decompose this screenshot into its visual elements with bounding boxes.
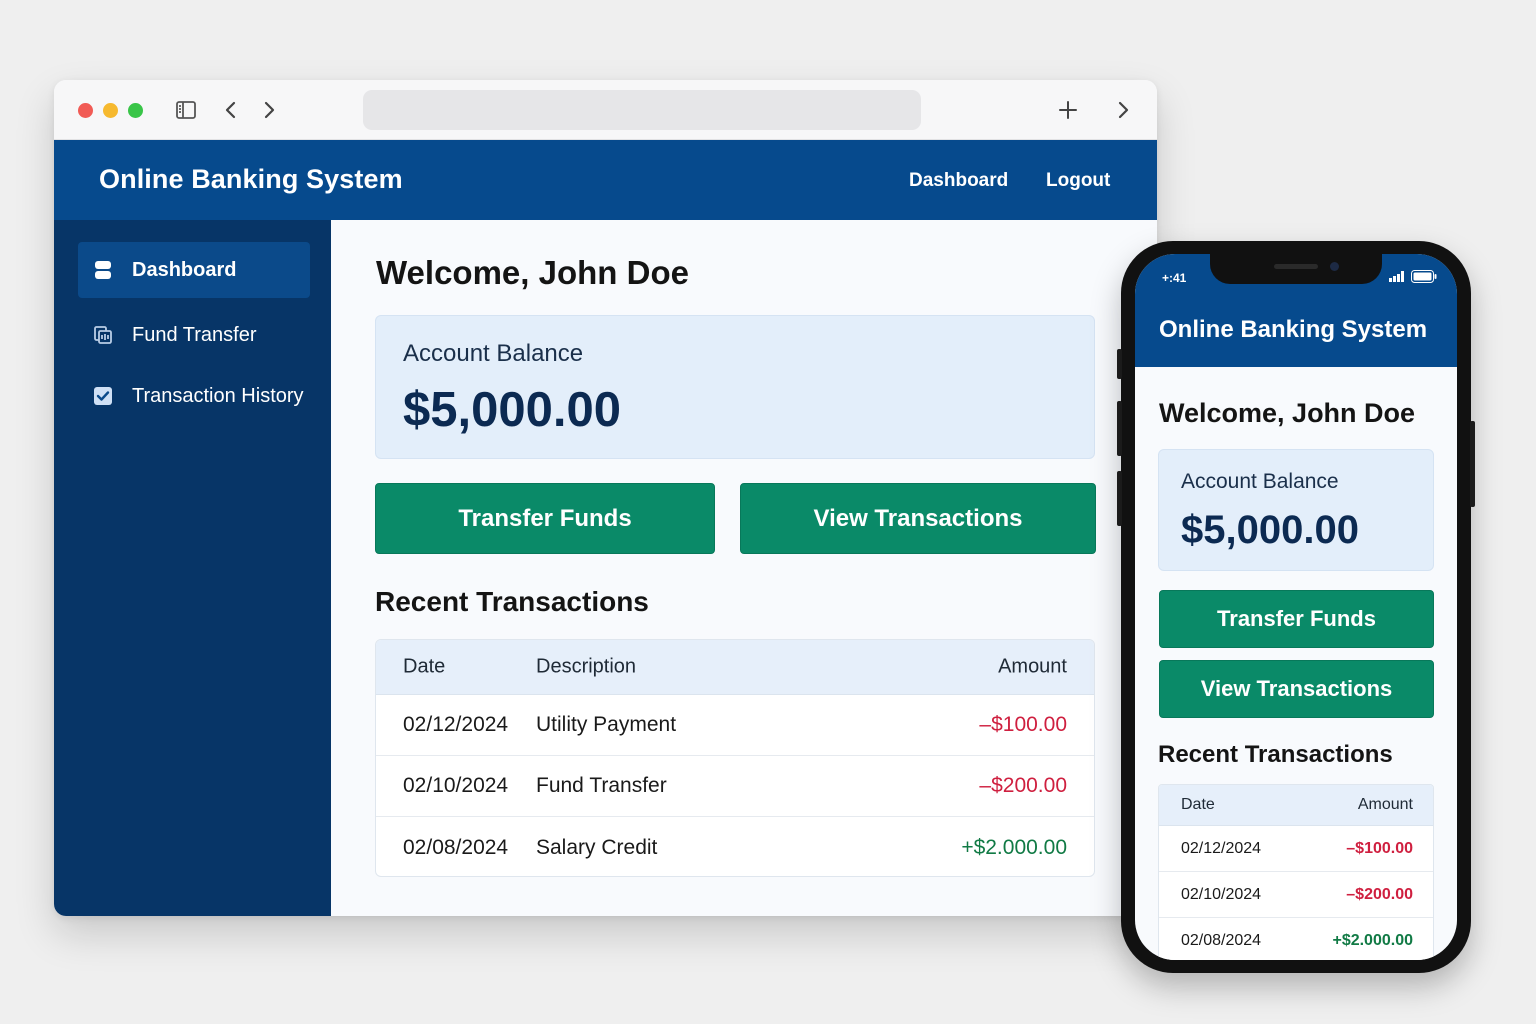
phone-volume-down-button [1117, 471, 1122, 526]
table-header: Date Description Amount [376, 640, 1094, 695]
front-camera [1330, 262, 1339, 271]
mobile-column-header-date: Date [1181, 796, 1215, 813]
welcome-heading: Welcome, John Doe [376, 254, 689, 291]
row-amount: +$2.000.00 [961, 835, 1067, 859]
main-content: Welcome, John Doe Account Balance $5,000… [331, 220, 1157, 916]
mobile-transfer-funds-button[interactable]: Transfer Funds [1159, 590, 1434, 648]
recent-transactions-title: Recent Transactions [375, 586, 649, 617]
column-header-amount: Amount [998, 655, 1067, 678]
row-amount: –$200.00 [979, 774, 1067, 797]
phone-power-button [1470, 421, 1475, 507]
mobile-app-title: Online Banking System [1159, 316, 1428, 343]
row-date: 02/12/2024 [403, 713, 509, 736]
row-amount: –$100.00 [979, 713, 1067, 736]
row-date: 02/10/2024 [1181, 885, 1262, 903]
speaker-grille [1274, 264, 1318, 269]
transfer-icon [92, 324, 114, 346]
sidebar-toggle-icon[interactable] [174, 98, 198, 122]
status-bar-time: +:41 [1162, 271, 1187, 285]
checkbox-icon [92, 385, 114, 407]
row-amount: –$100.00 [1346, 839, 1413, 857]
table-row[interactable]: 02/08/2024 Salary Credit +$2.000.00 [376, 817, 1094, 876]
row-date: 02/08/2024 [403, 835, 509, 859]
transfer-funds-button[interactable]: Transfer Funds [375, 483, 715, 554]
new-tab-plus-icon[interactable] [1056, 98, 1080, 122]
header-dashboard-link[interactable]: Dashboard [909, 170, 1008, 192]
sidebar-item-label: Transaction History [132, 384, 304, 407]
minimize-window-button[interactable] [103, 103, 118, 118]
mobile-balance-label: Account Balance [1181, 470, 1339, 493]
phone-mute-switch [1117, 349, 1122, 379]
sidebar-item-label: Fund Transfer [132, 323, 257, 346]
sidebar: Dashboard Fund Transfer Transaction Hist… [54, 220, 331, 916]
mobile-view-transactions-button[interactable]: View Transactions [1159, 660, 1434, 718]
app-header: Online Banking System Dashboard Logout [54, 140, 1157, 220]
browser-toolbar [54, 80, 1157, 140]
table-row[interactable]: 02/10/2024 Fund Transfer –$200.00 [376, 756, 1094, 817]
row-date: 02/08/2024 [1181, 931, 1262, 949]
battery-icon [1411, 270, 1437, 283]
row-date: 02/12/2024 [1181, 839, 1262, 857]
dashboard-icon [92, 259, 114, 281]
row-amount: +$2.000.00 [1332, 931, 1413, 949]
phone-device: +:41 Online Banking System Welcome, John… [1117, 241, 1475, 973]
column-header-date: Date [403, 655, 446, 678]
signal-icon [1389, 271, 1405, 282]
row-description: Salary Credit [536, 835, 658, 859]
row-date: 02/10/2024 [403, 774, 509, 797]
balance-label: Account Balance [403, 340, 584, 367]
phone-volume-up-button [1117, 401, 1122, 456]
account-balance-card: Account Balance $5,000.00 [375, 315, 1095, 459]
app-title: Online Banking System [99, 164, 403, 194]
mobile-balance-value: $5,000.00 [1181, 508, 1359, 552]
table-row[interactable]: 02/08/2024 +$2.000.00 [1159, 918, 1433, 960]
mobile-column-header-amount: Amount [1357, 796, 1413, 813]
row-amount: –$200.00 [1346, 885, 1413, 903]
mobile-account-balance-card: Account Balance $5,000.00 [1158, 449, 1434, 571]
table-row[interactable]: 02/12/2024 Utility Payment –$100.00 [376, 695, 1094, 756]
mobile-table-header: Date Amount [1159, 785, 1433, 826]
table-row[interactable]: 02/12/2024 –$100.00 [1159, 826, 1433, 872]
mobile-transactions-table: Date Amount 02/12/2024 –$100.00 02/10/20… [1158, 784, 1434, 960]
transactions-table: Date Description Amount 02/12/2024 Utili… [375, 639, 1095, 877]
forward-arrow-icon[interactable] [257, 98, 281, 122]
back-arrow-icon[interactable] [219, 98, 243, 122]
mobile-app-header: +:41 Online Banking System [1135, 254, 1457, 367]
browser-window: Online Banking System Dashboard Logout D… [54, 80, 1157, 916]
address-bar[interactable] [363, 90, 921, 130]
header-logout-link[interactable]: Logout [1046, 170, 1110, 192]
chevron-right-icon[interactable] [1111, 98, 1135, 122]
phone-screen: +:41 Online Banking System Welcome, John… [1135, 254, 1457, 960]
row-description: Fund Transfer [536, 774, 667, 797]
view-transactions-button[interactable]: View Transactions [740, 483, 1096, 554]
maximize-window-button[interactable] [128, 103, 143, 118]
mobile-recent-transactions-title: Recent Transactions [1158, 741, 1393, 768]
balance-value: $5,000.00 [403, 383, 621, 437]
phone-notch [1210, 254, 1382, 284]
close-window-button[interactable] [78, 103, 93, 118]
sidebar-item-fund-transfer[interactable]: Fund Transfer [78, 307, 310, 363]
sidebar-item-transaction-history[interactable]: Transaction History [78, 368, 338, 424]
status-bar-icons [1389, 270, 1437, 283]
sidebar-item-dashboard[interactable]: Dashboard [78, 242, 310, 298]
table-row[interactable]: 02/10/2024 –$200.00 [1159, 872, 1433, 918]
mobile-welcome-heading: Welcome, John Doe [1159, 398, 1416, 428]
column-header-description: Description [536, 655, 637, 678]
row-description: Utility Payment [536, 713, 677, 736]
sidebar-item-label: Dashboard [132, 258, 237, 281]
